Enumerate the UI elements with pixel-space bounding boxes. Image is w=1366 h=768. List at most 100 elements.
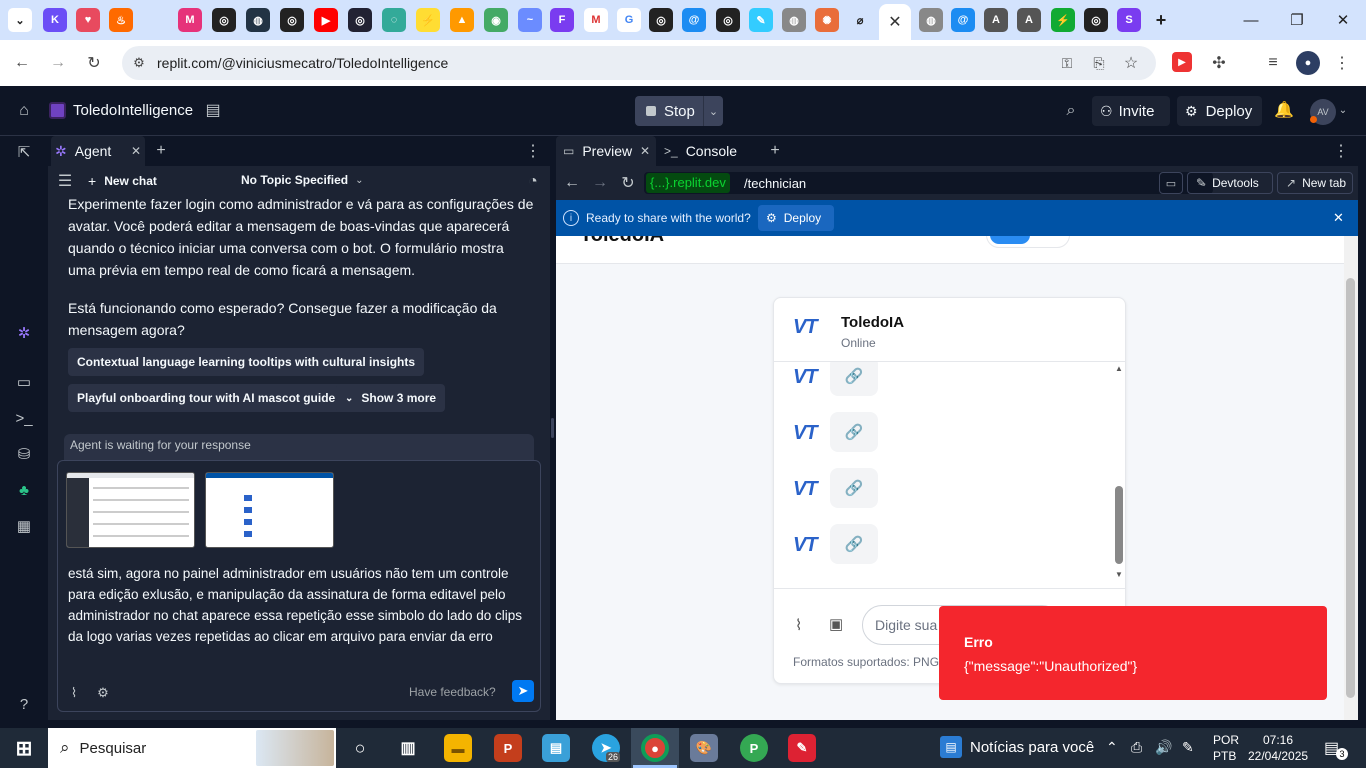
paperclip-attachment-icon[interactable]: 🔗 — [830, 362, 878, 396]
attach-image-icon[interactable]: ▣ — [829, 615, 843, 633]
suggestion-chip[interactable]: Contextual language learning tooltips wi… — [68, 348, 425, 376]
tab-search-icon[interactable]: ⌄ — [8, 8, 32, 32]
tab-favicon-ai-2[interactable]: A — [1017, 8, 1041, 32]
site-info-icon[interactable]: ⚙ — [128, 52, 150, 74]
share-close-icon[interactable]: ✕ — [1333, 210, 1344, 226]
extensions-puzzle-icon[interactable]: ✣ — [1208, 52, 1230, 74]
tab-favicon-spiral-2[interactable]: @ — [951, 8, 975, 32]
preview-tool-icon[interactable]: ▭ — [12, 370, 36, 394]
tray-chevron-icon[interactable]: ⌃ — [1106, 739, 1118, 756]
tab-favicon-globe-3[interactable]: ◍ — [919, 8, 943, 32]
reload-icon[interactable]: ↻ — [82, 52, 106, 74]
user-menu-chevron-icon[interactable]: ⌄ — [1338, 102, 1348, 118]
forward-icon[interactable]: → — [46, 52, 70, 74]
taskbar-search-box[interactable]: ⌕ Pesquisar — [48, 728, 336, 768]
active-tab-close-icon[interactable]: ✕ — [879, 4, 911, 40]
paint-app-icon[interactable]: ✎ — [788, 734, 816, 762]
preview-reload-icon[interactable]: ↻ — [618, 173, 638, 193]
tab-favicon-globe-2[interactable]: ◍ — [782, 8, 806, 32]
database-tool-icon[interactable]: ⛁ — [12, 442, 36, 466]
tab-favicon-openai-2[interactable]: ◎ — [280, 8, 304, 32]
extension-red-icon[interactable]: ▶ — [1172, 52, 1192, 72]
file-explorer-icon[interactable]: ▬ — [444, 734, 472, 762]
paperclip-attachment-icon[interactable]: 🔗 — [830, 524, 878, 564]
task-view-icon[interactable]: ▥ — [394, 734, 422, 762]
tab-favicon-openai-5[interactable]: ◎ — [716, 8, 740, 32]
tab-favicon-s[interactable]: S — [1117, 8, 1141, 32]
device-toggle-icon[interactable]: ▭ — [1159, 172, 1183, 194]
pen-workspace-icon[interactable]: ✎ — [1182, 739, 1194, 756]
tab-favicon-spiral[interactable]: @ — [682, 8, 706, 32]
install-app-icon[interactable]: ⎘ — [1088, 52, 1110, 74]
project-info-icon[interactable]: ▤ — [203, 100, 223, 120]
volume-icon[interactable]: 🔊 — [1155, 739, 1172, 756]
preview-path[interactable]: /technician — [744, 176, 806, 191]
tab-favicon-youtube[interactable]: ▶ — [314, 8, 338, 32]
suggestion-chip[interactable]: Playful onboarding tour with AI mascot g… — [68, 384, 345, 412]
project-name[interactable]: ToledoIntelligence — [73, 102, 193, 119]
agent-tool-icon[interactable]: ✲ — [12, 321, 36, 345]
media-control-icon[interactable]: ≡ — [1262, 52, 1284, 74]
deployments-tool-icon[interactable]: ♣ — [12, 478, 36, 502]
tab-favicon-chat[interactable]: ◌ — [382, 8, 406, 32]
clock-time[interactable]: 07:16 — [1263, 733, 1293, 747]
tab-console[interactable]: >_ Console — [664, 136, 737, 166]
back-icon[interactable]: ← — [10, 52, 34, 74]
tab-favicon-seal[interactable]: ◉ — [484, 8, 508, 32]
devtools-button[interactable]: ✎ Devtools — [1187, 172, 1273, 194]
preview-more-icon[interactable]: ⋮ — [1332, 142, 1350, 160]
notifications-bell-icon[interactable]: 🔔 — [1274, 100, 1294, 120]
topic-selector[interactable]: No Topic Specified ⌄ — [241, 173, 364, 187]
feedback-link[interactable]: Have feedback? — [409, 685, 496, 699]
add-tab-icon[interactable]: + — [152, 142, 170, 160]
tab-favicon-openai-6[interactable]: ◎ — [1084, 8, 1108, 32]
tab-favicon-globe[interactable]: ◍ — [246, 8, 270, 32]
home-icon[interactable]: ⌂ — [13, 100, 35, 122]
tab-favicon-m[interactable]: M — [178, 8, 202, 32]
paperclip-attachment-icon[interactable]: 🔗 — [830, 412, 878, 452]
toggle-sidebar-icon[interactable]: ⇱ — [12, 140, 36, 164]
tab-favicon-claude[interactable]: ✺ — [815, 8, 839, 32]
share-deploy-button[interactable]: ⚙ Deploy — [758, 205, 834, 231]
profile-avatar-icon[interactable]: ● — [1296, 51, 1320, 75]
meet-now-icon[interactable]: ⎙ — [1131, 739, 1142, 756]
clock-date[interactable]: 22/04/2025 — [1248, 749, 1308, 763]
news-widget[interactable]: ▤ Notícias para você — [940, 736, 1094, 758]
minimize-icon[interactable]: — — [1228, 8, 1274, 32]
usage-gauge-icon[interactable]: ◔ — [524, 173, 542, 191]
preview-forward-icon[interactable]: → — [590, 173, 610, 193]
attach-paperclip-icon[interactable]: ⌇ — [65, 684, 83, 702]
deploy-header-button[interactable]: ⚙ Deploy — [1177, 96, 1262, 126]
stop-button[interactable]: Stop — [635, 96, 703, 126]
new-tab-button-preview[interactable]: ↗ New tab — [1277, 172, 1353, 194]
preview-domain[interactable]: {...}.replit.dev — [646, 173, 730, 193]
show-more-button[interactable]: ⌄ Show 3 more — [336, 384, 446, 412]
close-window-icon[interactable]: ✕ — [1320, 8, 1366, 32]
composer-text[interactable]: está sim, agora no painel administrador … — [68, 563, 534, 647]
chat-scrollbar[interactable]: ▲ ▼ — [1112, 362, 1125, 588]
search-icon[interactable]: ⌕ — [1060, 100, 1082, 122]
tab-agent-close-icon[interactable]: ✕ — [131, 144, 141, 158]
tab-favicon-gmail[interactable]: M — [584, 8, 608, 32]
attachment-thumbnail[interactable] — [66, 472, 195, 548]
panel-resize-handle[interactable] — [551, 418, 554, 438]
tab-favicon-wave[interactable]: ~ — [518, 8, 542, 32]
chrome-profile-icon[interactable]: P — [740, 734, 768, 762]
paint-icon[interactable]: 🎨 — [690, 734, 718, 762]
tab-favicon-zap[interactable]: ⚡ — [416, 8, 440, 32]
bookmark-star-icon[interactable]: ☆ — [1120, 52, 1142, 74]
chrome-icon[interactable]: ● — [641, 734, 669, 762]
attach-file-icon[interactable]: ⌇ — [795, 616, 802, 634]
cortana-circle-icon[interactable]: ○ — [346, 734, 374, 762]
tab-favicon-heart[interactable]: ♥ — [76, 8, 100, 32]
composer-settings-icon[interactable]: ⚙ — [94, 684, 112, 702]
tab-favicon-ai[interactable]: A — [984, 8, 1008, 32]
add-preview-tab-icon[interactable]: + — [766, 142, 784, 160]
tab-favicon-bolt[interactable]: ⚡ — [1051, 8, 1075, 32]
stop-dropdown-chevron-icon[interactable]: ⌄ — [703, 96, 723, 126]
keyboard-layout[interactable]: PTB — [1213, 749, 1236, 763]
tab-favicon-replit-icon[interactable]: ⌀ — [848, 8, 872, 32]
tab-favicon-openai-3[interactable]: ◎ — [348, 8, 372, 32]
tab-agent[interactable]: ✲ Agent ✕ — [51, 136, 145, 166]
nav-toggle[interactable] — [986, 236, 1070, 248]
